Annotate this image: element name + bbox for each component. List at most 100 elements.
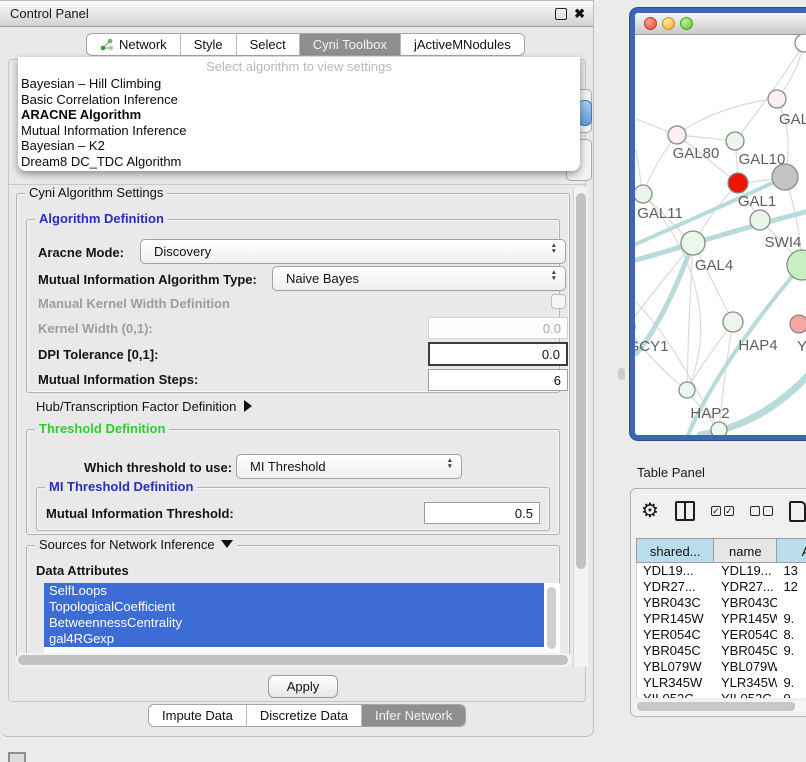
table-row[interactable]: YIL052CYIL052C9. [637,691,806,698]
mi-type-combo[interactable]: Naive Bayes ▲▼ [272,266,566,291]
node-green-right[interactable] [787,250,806,280]
unchecked-box-icon [750,506,760,516]
node-gal4[interactable] [681,231,705,255]
unchecked-box-icon [763,506,773,516]
mi-type-label: Mutual Information Algorithm Type: [38,272,257,287]
split-columns-icon[interactable] [675,501,695,521]
tab-infer-network[interactable]: Infer Network [361,705,465,726]
tab-style[interactable]: Style [180,34,236,55]
attribute-item[interactable]: BetweennessCentrality [44,615,544,631]
algorithm-option[interactable]: Mutual Information Inference [18,123,580,139]
table-header-cell[interactable]: shared... [636,538,714,563]
which-threshold-combo[interactable]: MI Threshold ▲▼ [236,454,462,479]
stepper-arrows-icon: ▲▼ [447,458,453,470]
settings-vertical-scrollbar[interactable] [573,187,588,667]
minimized-panel-fragment[interactable] [8,752,26,762]
table-cell: YBR043C [637,595,715,611]
sources-group-title[interactable]: Sources for Network Inference [35,537,237,552]
algorithm-option[interactable]: Dream8 DC_TDC Algorithm [18,154,580,170]
hub-section-toggle[interactable]: Hub/Transcription Factor Definition [36,399,252,414]
cyni-algorithm-settings-title: Cyni Algorithm Settings [25,185,167,200]
table-row[interactable]: YBL079WYBL079W [637,659,806,675]
node-label: Y [797,338,806,355]
table-row[interactable]: YPR145WYPR145W9. [637,611,806,627]
close-panel-icon[interactable]: ✖ [574,9,585,19]
tab-discretize-data[interactable]: Discretize Data [246,705,361,726]
data-attributes-list[interactable]: SelfLoopsTopologicalCoefficientBetweenne… [44,583,560,653]
node-gal-pink[interactable] [768,90,786,108]
node-label: GAL11 [637,205,683,222]
attribute-item[interactable]: TopologicalCoefficient [44,599,544,615]
node-label: HAP2 [690,405,729,422]
attribute-item[interactable]: gal4RGexp [44,631,544,647]
new-table-icon[interactable] [789,501,806,522]
node-gal80[interactable] [668,126,686,144]
table-header-cell[interactable]: A [777,538,806,563]
node-swi4[interactable] [750,210,770,230]
expanded-arrow-icon [221,540,233,548]
node-gal10[interactable] [726,132,744,150]
apply-button[interactable]: Apply [268,675,338,698]
minimize-window-icon[interactable] [662,17,675,30]
which-threshold-label: Which threshold to use: [84,460,232,475]
settings-horizontal-scrollbar[interactable] [16,653,572,667]
close-window-icon[interactable] [644,17,657,30]
gear-icon[interactable]: ⚙ [641,501,659,521]
table-cell: YIL052C [715,691,777,698]
mi-steps-field[interactable] [428,369,568,391]
table-cell: YBL079W [715,659,777,675]
tab-jactivemnodules[interactable]: jActiveMNodules [400,34,524,55]
node-hap2[interactable] [679,382,695,398]
application-root: Control Panel ✖ Cyni Algorithm Settings … [0,0,806,762]
table-header-cell[interactable]: name [714,538,777,563]
mi-threshold-field[interactable] [424,502,540,524]
float-panel-icon[interactable] [555,8,567,20]
table-toolbar: ⚙ ✓ ✓ [641,499,806,523]
table-row[interactable]: YLR345WYLR345W9. [637,675,806,691]
table-row[interactable]: YER054CYER054C8. [637,627,806,643]
node-top-partial[interactable] [795,35,806,52]
which-threshold-value: MI Threshold [250,459,326,474]
table-horizontal-scrollbar[interactable] [635,701,806,712]
table-cell: YBR043C [715,595,777,611]
select-all-checks-icon[interactable]: ✓ ✓ [711,506,734,516]
attribute-item[interactable]: SelfLoops [44,583,544,599]
table-cell: YBR045C [637,643,715,659]
algorithm-option[interactable]: Basic Correlation Inference [18,92,580,108]
manual-kernel-checkbox[interactable] [551,294,566,309]
cyni-mode-tabs: Impute Data Discretize Data Infer Networ… [148,704,466,727]
table-row[interactable]: YDR27...YDR27...12 [637,579,806,595]
table-row[interactable]: YBR045CYBR045C9. [637,643,806,659]
node-hap4[interactable] [723,312,743,332]
kernel-width-field[interactable] [428,317,568,339]
panel-splitter-grip[interactable] [618,368,625,380]
algorithm-option[interactable]: Bayesian – Hill Climbing [18,76,580,92]
control-panel-titlebar: Control Panel ✖ [0,1,593,27]
table-scrollbar-thumb[interactable] [637,702,795,711]
network-canvas[interactable]: GALGAL80GAL10GAL1GAL11SWI4GAL4GCY1HAP4YH… [635,35,806,435]
dpi-tolerance-field[interactable] [428,342,568,366]
node-gal1[interactable] [728,173,748,193]
algorithm-dropdown-placeholder: Select algorithm to view settings [18,57,580,76]
tab-select[interactable]: Select [236,34,299,55]
table-panel-window: ⚙ ✓ ✓ shared... name A YDL19...YDL19...1… [630,488,806,717]
table-cell: 12 [777,579,806,595]
table-row[interactable]: YBR043CYBR043C [637,595,806,611]
node-label: GAL80 [673,145,720,162]
deselect-all-checks-icon[interactable] [750,506,773,516]
algorithm-option[interactable]: ARACNE Algorithm [18,107,580,123]
zoom-window-icon[interactable] [680,17,693,30]
node-gal11[interactable] [635,185,652,203]
table-row[interactable]: YDL19...YDL19...13 [637,563,806,579]
list-scrollbar-thumb[interactable] [547,587,556,649]
tab-network[interactable]: Network [87,34,180,55]
tab-impute-data[interactable]: Impute Data [149,705,246,726]
node-bottom-partial[interactable] [711,422,727,435]
node-salmon[interactable] [790,315,806,333]
algorithm-option[interactable]: Bayesian – K2 [18,138,580,154]
node-label: GAL4 [695,257,733,274]
horizontal-scrollbar-thumb[interactable] [18,655,568,665]
tab-cyni-toolbox[interactable]: Cyni Toolbox [299,34,400,55]
vertical-scrollbar-thumb[interactable] [576,193,586,569]
aracne-mode-combo[interactable]: Discovery ▲▼ [140,239,566,264]
